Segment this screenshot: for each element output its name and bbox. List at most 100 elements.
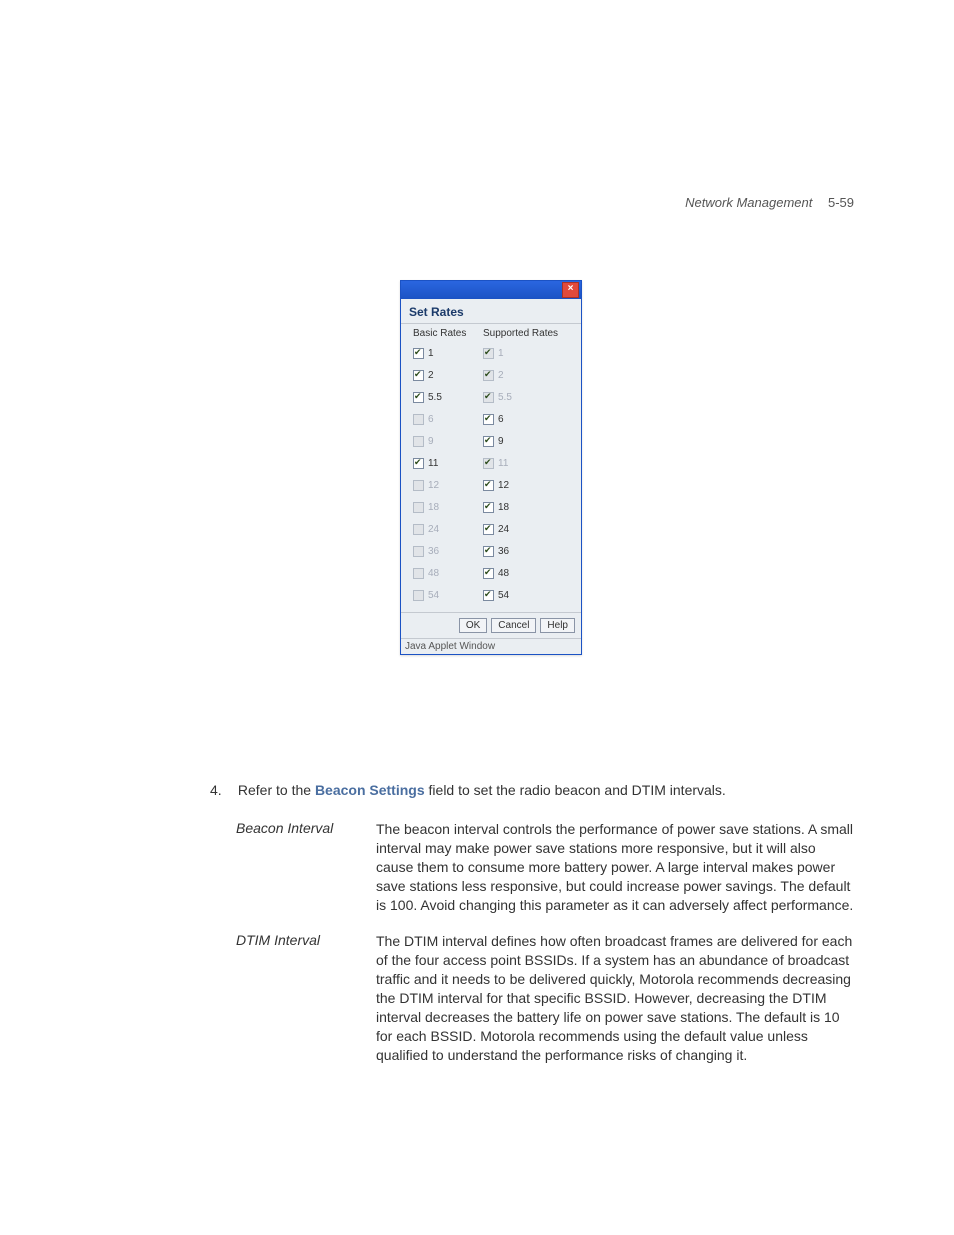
basic-rate-label: 48 (428, 568, 439, 579)
supported-rate-checkbox (483, 392, 494, 403)
basic-rate-cell: 18 (413, 502, 483, 513)
cancel-button[interactable]: Cancel (491, 618, 536, 633)
close-icon[interactable]: × (562, 282, 579, 298)
section-title: Network Management (685, 195, 812, 210)
rate-row: 24 24 (413, 518, 573, 540)
supported-rate-checkbox[interactable] (483, 414, 494, 425)
definitions: Beacon Interval The beacon interval cont… (236, 820, 854, 1083)
def-beacon-interval: Beacon Interval The beacon interval cont… (236, 820, 854, 914)
basic-rate-label: 24 (428, 524, 439, 535)
supported-rate-cell: 36 (483, 546, 573, 557)
supported-rate-checkbox[interactable] (483, 436, 494, 447)
set-rates-dialog: × Set Rates Basic Rates Supported Rates … (400, 280, 582, 655)
basic-rate-cell: 48 (413, 568, 483, 579)
rate-row: 66 (413, 408, 573, 430)
rate-row: 22 (413, 364, 573, 386)
basic-rate-label: 54 (428, 590, 439, 601)
basic-rate-checkbox (413, 568, 424, 579)
supported-rate-label: 18 (498, 502, 509, 513)
supported-rate-checkbox[interactable] (483, 524, 494, 535)
supported-rate-label: 48 (498, 568, 509, 579)
basic-rate-checkbox[interactable] (413, 458, 424, 469)
page-header: Network Management 5-59 (685, 195, 854, 210)
basic-rate-label: 18 (428, 502, 439, 513)
basic-rate-cell: 9 (413, 436, 483, 447)
basic-rate-cell: 5.5 (413, 392, 483, 403)
supported-rate-label: 36 (498, 546, 509, 557)
basic-rate-label: 2 (428, 370, 434, 381)
basic-rate-checkbox (413, 590, 424, 601)
supported-rate-label: 12 (498, 480, 509, 491)
basic-rate-checkbox[interactable] (413, 370, 424, 381)
basic-rate-cell: 1 (413, 348, 483, 359)
supported-rate-label: 24 (498, 524, 509, 535)
supported-rate-label: 2 (498, 370, 504, 381)
def-dtim-interval: DTIM Interval The DTIM interval defines … (236, 932, 854, 1064)
supported-rate-cell: 9 (483, 436, 573, 447)
basic-rate-cell: 6 (413, 414, 483, 425)
basic-rate-checkbox (413, 546, 424, 557)
step-4: 4. Refer to the Beacon Settings field to… (210, 782, 834, 798)
def-desc: The beacon interval controls the perform… (376, 820, 854, 914)
basic-rate-checkbox (413, 414, 424, 425)
rate-row: 5.55.5 (413, 386, 573, 408)
basic-rate-cell: 11 (413, 458, 483, 469)
rate-row: 12 12 (413, 474, 573, 496)
help-button[interactable]: Help (540, 618, 575, 633)
rates-body: Basic Rates Supported Rates 11225.55.566… (401, 324, 581, 612)
supported-rate-label: 11 (498, 458, 508, 469)
dialog-titlebar[interactable]: × (401, 281, 581, 299)
rate-row: 99 (413, 430, 573, 452)
basic-rate-label: 11 (428, 458, 438, 469)
supported-rate-label: 1 (498, 348, 504, 359)
def-desc: The DTIM interval defines how often broa… (376, 932, 854, 1064)
basic-rate-label: 6 (428, 414, 434, 425)
supported-rate-cell: 6 (483, 414, 573, 425)
def-term: Beacon Interval (236, 820, 376, 914)
ok-button[interactable]: OK (459, 618, 487, 633)
rate-row: 1818 (413, 496, 573, 518)
supported-rate-checkbox[interactable] (483, 480, 494, 491)
basic-rate-checkbox[interactable] (413, 392, 424, 403)
supported-rate-cell: 11 (483, 458, 573, 469)
rate-headers: Basic Rates Supported Rates (413, 328, 573, 339)
supported-rate-checkbox[interactable] (483, 568, 494, 579)
def-term: DTIM Interval (236, 932, 376, 1064)
supported-rate-checkbox[interactable] (483, 502, 494, 513)
supported-rate-label: 54 (498, 590, 509, 601)
basic-rate-label: 12 (428, 480, 439, 491)
supported-rate-cell: 24 (483, 524, 573, 535)
step-text-bold: Beacon Settings (315, 782, 425, 798)
rate-row: 36 36 (413, 540, 573, 562)
supported-rate-label: 6 (498, 414, 504, 425)
page: Network Management 5-59 × Set Rates Basi… (0, 0, 954, 1235)
supported-rate-checkbox (483, 458, 494, 469)
rate-row: 11 11 (413, 452, 573, 474)
step-text-post: field to set the radio beacon and DTIM i… (425, 782, 726, 798)
dialog-title: Set Rates (401, 299, 581, 324)
supported-rate-label: 9 (498, 436, 504, 447)
supported-rate-cell: 54 (483, 590, 573, 601)
supported-rate-checkbox[interactable] (483, 590, 494, 601)
basic-rate-label: 5.5 (428, 392, 442, 403)
supported-rate-cell: 18 (483, 502, 573, 513)
basic-rate-label: 9 (428, 436, 434, 447)
basic-rate-checkbox (413, 524, 424, 535)
status-strip: Java Applet Window (401, 638, 581, 654)
supported-rate-cell: 1 (483, 348, 573, 359)
supported-rate-cell: 12 (483, 480, 573, 491)
basic-rate-label: 36 (428, 546, 439, 557)
supported-rate-checkbox[interactable] (483, 546, 494, 557)
page-number: 5-59 (828, 195, 854, 210)
basic-rate-label: 1 (428, 348, 434, 359)
rate-row: 54 54 (413, 584, 573, 606)
basic-rate-cell: 54 (413, 590, 483, 601)
step-text-pre: Refer to the (238, 782, 315, 798)
basic-rate-cell: 12 (413, 480, 483, 491)
basic-rates-header: Basic Rates (413, 328, 483, 339)
basic-rate-checkbox[interactable] (413, 348, 424, 359)
dialog-buttons: OK Cancel Help (401, 612, 581, 638)
basic-rate-checkbox (413, 436, 424, 447)
supported-rates-header: Supported Rates (483, 328, 573, 339)
rate-row: 48 48 (413, 562, 573, 584)
